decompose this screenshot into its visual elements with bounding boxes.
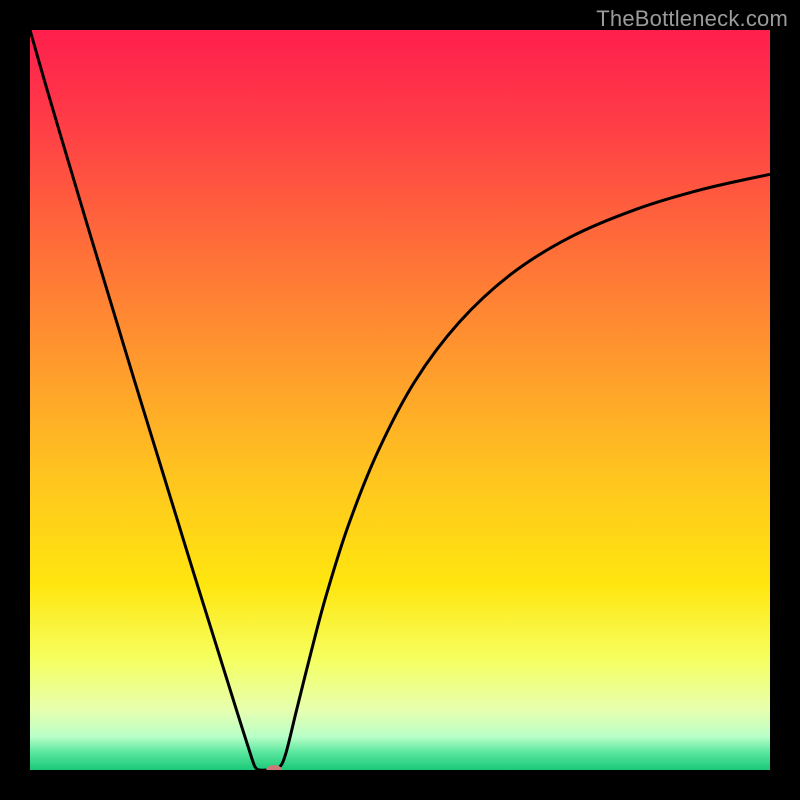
plot-area	[30, 30, 770, 770]
chart-frame: TheBottleneck.com	[0, 0, 800, 800]
chart-svg	[30, 30, 770, 770]
watermark-text: TheBottleneck.com	[596, 6, 788, 32]
